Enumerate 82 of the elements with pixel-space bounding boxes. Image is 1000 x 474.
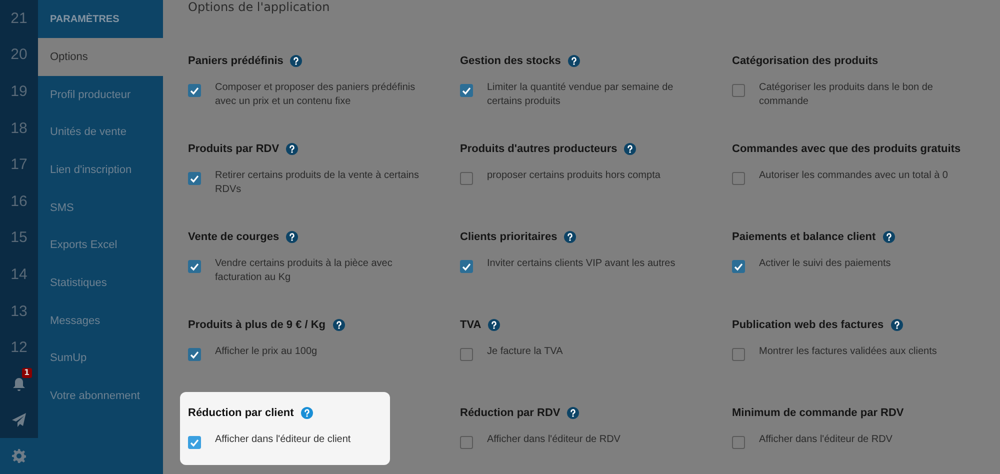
option-title: Minimum de commande par RDV [732, 407, 904, 419]
notification-badge: 1 [22, 368, 32, 378]
checkbox[interactable] [732, 260, 745, 273]
line-number: 19 [10, 82, 28, 102]
help-icon[interactable] [890, 319, 903, 331]
checkbox[interactable] [732, 84, 745, 97]
help-icon[interactable] [290, 55, 302, 67]
help-icon[interactable] [567, 407, 580, 419]
help-icon[interactable] [568, 55, 580, 67]
option-title: Réduction par client [188, 407, 294, 419]
line-number: 13 [10, 302, 28, 322]
checkbox[interactable] [460, 172, 473, 185]
checkbox[interactable] [460, 84, 473, 97]
option-label: Catégoriser les produits dans le bon de commande [759, 81, 934, 109]
line-number: 18 [10, 118, 28, 139]
option-title: Paiements et balance client [732, 231, 876, 243]
sidebar-item[interactable]: SumUp [38, 340, 163, 378]
option-label: Activer le suivi des paiements [759, 257, 891, 271]
checkbox[interactable] [732, 348, 745, 361]
option-label: Montrer les factures validées aux clients [759, 345, 937, 359]
help-icon[interactable] [624, 143, 636, 155]
help-icon[interactable] [286, 143, 298, 155]
option-title: Produits d'autres producteurs [460, 143, 618, 155]
help-icon[interactable] [286, 231, 298, 243]
help-icon[interactable] [332, 319, 345, 331]
sidebar-item[interactable]: Messages [38, 302, 163, 340]
option-title: Publication web des factures [732, 319, 884, 331]
option-title: Produits à plus de 9 € / Kg [188, 319, 326, 331]
option-label: Retirer certains produits de la vente à certains RDVs [215, 169, 420, 197]
option-title: Produits par RDV [188, 143, 280, 155]
option-title: Commandes avec que des produits gratuits [732, 143, 961, 155]
option-label: Afficher dans l'éditeur de RDV [759, 433, 892, 447]
checkbox[interactable] [460, 436, 473, 449]
line-number: 16 [10, 192, 28, 212]
paper-plane-icon[interactable] [12, 413, 26, 428]
checkbox[interactable] [732, 172, 745, 185]
line-number: 17 [10, 155, 28, 176]
option-label: proposer certains produits hors compta [487, 169, 660, 183]
sidebar-item[interactable]: Exports Excel [38, 226, 163, 264]
sidebar-item[interactable]: Lien d'inscription [38, 151, 163, 189]
checkbox[interactable] [188, 84, 201, 97]
sidebar-header: PARAMÈTRES [49, 12, 120, 26]
bell-icon[interactable] [12, 376, 26, 392]
sidebar-item[interactable]: Profil producteur [38, 76, 163, 114]
page-title: Options de l'application [187, 0, 331, 16]
option-title: Catégorisation des produits [732, 55, 878, 67]
line-number: 14 [10, 265, 28, 286]
option-title: Paniers prédéfinis [188, 55, 284, 67]
option-label: Composer et proposer des paniers prédéfinis avec un prix et un contenu fixe [215, 81, 416, 109]
sidebar-item[interactable]: SMS [38, 188, 163, 226]
checkbox[interactable] [460, 348, 473, 361]
sidebar-item[interactable]: Unités de vente [38, 113, 163, 152]
checkbox[interactable] [188, 260, 201, 273]
line-number: 12 [10, 338, 28, 358]
option-label: Vendre certains produits à la pièce avec facturation au Kg [215, 257, 394, 285]
checkbox[interactable] [732, 436, 745, 449]
option-title: TVA [460, 319, 482, 331]
sidebar-item[interactable]: Statistiques [38, 264, 163, 302]
line-number: 21 [10, 8, 28, 29]
checkbox[interactable] [460, 260, 473, 273]
option-title: Clients prioritaires [460, 231, 558, 243]
line-number: 20 [10, 45, 28, 66]
sidebar-item[interactable]: Options [38, 38, 163, 76]
option-label: Inviter certains clients VIP avant les autres [487, 257, 676, 271]
help-icon[interactable] [564, 231, 576, 243]
option-label: Afficher dans l'éditeur de RDV [487, 433, 620, 447]
settings-icon[interactable] [12, 449, 26, 464]
checkbox[interactable] [188, 172, 201, 185]
option-title: Vente de courges [188, 231, 280, 243]
option-label: Autoriser les commandes avec un total à 0 [759, 169, 948, 183]
option-label: Afficher le prix au 100g [215, 345, 318, 359]
checkbox[interactable] [188, 348, 201, 361]
option-label: Limiter la quantité vendue par semaine de certains produits [487, 81, 674, 109]
checkbox[interactable] [188, 436, 201, 449]
option-title: Réduction par RDV [460, 407, 560, 419]
help-icon[interactable] [882, 231, 895, 243]
option-label: Afficher dans l'éditeur de client [215, 433, 351, 447]
sidebar-item[interactable]: Votre abonnement [38, 377, 163, 415]
option-label: Je facture la TVA [487, 345, 563, 359]
help-icon[interactable] [488, 319, 500, 331]
option-title: Gestion des stocks [460, 55, 561, 67]
line-number: 15 [10, 228, 28, 248]
